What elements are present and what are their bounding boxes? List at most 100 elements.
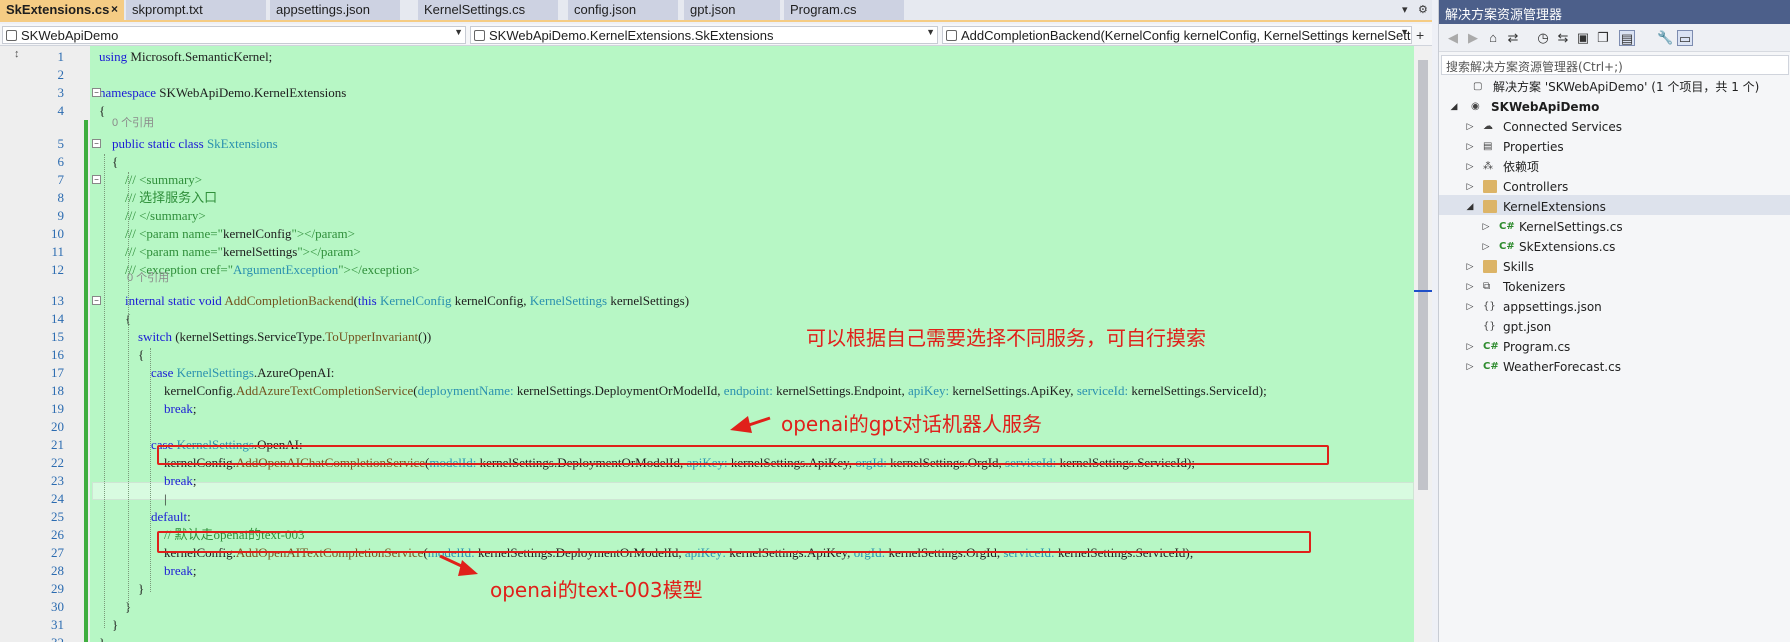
- expanded-arrow-icon[interactable]: ◢: [1465, 197, 1475, 217]
- sync-icon[interactable]: ⇆: [1555, 30, 1571, 46]
- tree-item-label: 依赖项: [1503, 160, 1540, 174]
- tree-item[interactable]: ▷ C# WeatherForecast.cs: [1439, 357, 1790, 377]
- tree-item[interactable]: ▷ C# Program.cs: [1439, 337, 1790, 357]
- tab-label: Program.cs: [790, 2, 857, 17]
- fold-toggle-icon[interactable]: −: [92, 175, 101, 184]
- code-token: AddAzureTextCompletionService: [235, 383, 414, 398]
- fold-toggle-icon[interactable]: −: [92, 296, 101, 305]
- tab-close-icon[interactable]: ×: [111, 2, 118, 16]
- method-reference-hint[interactable]: 0 个引用: [127, 269, 169, 285]
- collapsed-arrow-icon[interactable]: ▷: [1465, 357, 1475, 377]
- home-icon[interactable]: ⌂: [1485, 30, 1501, 46]
- code-token: ArgumentException: [233, 262, 339, 277]
- tree-item[interactable]: {} gpt.json: [1439, 317, 1790, 337]
- fold-toggle-icon[interactable]: −: [92, 139, 101, 148]
- tree-item[interactable]: ◢ KernelExtensions: [1439, 197, 1790, 217]
- code-token: KernelConfig: [379, 293, 452, 308]
- code-token: ;: [192, 401, 197, 416]
- tree-item-label: KernelSettings.cs: [1519, 220, 1623, 234]
- collapsed-arrow-icon[interactable]: ▷: [1481, 217, 1491, 237]
- line-number: 4: [57, 103, 65, 118]
- code-token: kernelConfig,: [451, 293, 530, 308]
- forward-icon[interactable]: ▶: [1465, 30, 1481, 46]
- ide-window: SkExtensions.cs × skprompt.txt appsetting…: [0, 0, 1790, 642]
- indent-guide: [104, 154, 105, 628]
- indent-guide: [150, 348, 151, 592]
- collapsed-arrow-icon[interactable]: ▷: [1465, 257, 1475, 277]
- code-token: deploymentName:: [417, 383, 514, 398]
- line-number: 2: [57, 67, 65, 82]
- tree-item[interactable]: ▷ C# KernelSettings.cs: [1439, 217, 1790, 237]
- preview-selected-icon[interactable]: ▤: [1619, 30, 1635, 46]
- tree-item[interactable]: ▷ Skills: [1439, 257, 1790, 277]
- tree-item-label: WeatherForecast.cs: [1503, 360, 1621, 374]
- editor-scrollbar[interactable]: [1414, 46, 1432, 642]
- tab-appsettings[interactable]: appsettings.json: [270, 0, 400, 20]
- line-number: 25: [51, 509, 64, 524]
- pending-changes-icon[interactable]: ◷: [1535, 30, 1551, 46]
- tab-skprompt[interactable]: skprompt.txt: [126, 0, 266, 20]
- tab-config[interactable]: config.json: [568, 0, 678, 20]
- preview-icon[interactable]: ▭: [1677, 30, 1693, 46]
- line-number: 31: [51, 617, 64, 632]
- collapse-all-icon[interactable]: ▣: [1575, 30, 1591, 46]
- tree-item[interactable]: ▷ Controllers: [1439, 177, 1790, 197]
- collapsed-arrow-icon[interactable]: ▷: [1465, 117, 1475, 137]
- member-dropdown[interactable]: AddCompletionBackend(KernelConfig kernel…: [942, 26, 1412, 44]
- show-all-files-icon[interactable]: ❐: [1595, 30, 1611, 46]
- tab-kernelsettings[interactable]: KernelSettings.cs: [418, 0, 558, 20]
- tree-item[interactable]: ▷ ⧉ Tokenizers: [1439, 277, 1790, 297]
- back-icon[interactable]: ◀: [1445, 30, 1461, 46]
- project-icon: ◉: [1471, 101, 1480, 112]
- tree-item[interactable]: ▷ C# SkExtensions.cs: [1439, 237, 1790, 257]
- code-line: break;: [99, 400, 197, 418]
- collapsed-arrow-icon[interactable]: ▷: [1465, 177, 1475, 197]
- class-reference-hint[interactable]: 0 个引用: [112, 114, 154, 130]
- code-token: kernelSettings.ApiKey,: [949, 383, 1077, 398]
- tree-item[interactable]: ▷ ▤ Properties: [1439, 137, 1790, 157]
- tree-item[interactable]: ◢ ◉ SKWebApiDemo: [1439, 97, 1790, 117]
- class-dropdown[interactable]: SKWebApiDemo.KernelExtensions.SkExtensio…: [470, 26, 938, 44]
- collapsed-arrow-icon[interactable]: ▷: [1465, 337, 1475, 357]
- code-token: public static class: [112, 136, 204, 151]
- collapsed-arrow-icon[interactable]: ▷: [1465, 137, 1475, 157]
- member-dropdown-value: AddCompletionBackend(KernelConfig kernel…: [961, 28, 1412, 43]
- tree-item[interactable]: ▷ {} appsettings.json: [1439, 297, 1790, 317]
- tab-skextensions[interactable]: SkExtensions.cs ×: [0, 0, 124, 20]
- gear-icon[interactable]: ⚙: [1418, 3, 1428, 16]
- scrollbar-thumb[interactable]: [1418, 60, 1428, 490]
- solution-search-input[interactable]: 搜索解决方案资源管理器(Ctrl+;): [1441, 55, 1789, 75]
- tree-item[interactable]: ▢ 解决方案 'SKWebApiDemo' (1 个项目，共 1 个): [1439, 77, 1790, 97]
- tree-item-label: Connected Services: [1503, 120, 1623, 134]
- code-token: (kernelSettings.ServiceType.: [171, 329, 326, 344]
- tab-label: KernelSettings.cs: [424, 2, 526, 17]
- collapsed-arrow-icon[interactable]: ▷: [1481, 237, 1491, 257]
- tree-item[interactable]: ▷ ☁ Connected Services: [1439, 117, 1790, 137]
- code-line: {: [99, 346, 144, 364]
- tab-gpt[interactable]: gpt.json: [684, 0, 780, 20]
- line-number: 13: [51, 293, 64, 308]
- code-token: kernelSettings.DeploymentOrModelId,: [513, 383, 724, 398]
- code-line: public static class SkExtensions: [99, 135, 278, 153]
- project-dropdown[interactable]: SKWebApiDemo ▼: [2, 26, 466, 44]
- expanded-arrow-icon[interactable]: ◢: [1449, 97, 1459, 117]
- fold-toggle-icon[interactable]: −: [92, 88, 101, 97]
- properties-wrench-icon[interactable]: 🔧: [1657, 30, 1673, 46]
- indent-guide: [128, 172, 129, 610]
- line-number: 22: [51, 455, 64, 470]
- collapsed-arrow-icon[interactable]: ▷: [1465, 297, 1475, 317]
- collapsed-arrow-icon[interactable]: ▷: [1465, 157, 1475, 177]
- tab-overflow-icon[interactable]: ▾: [1402, 3, 1408, 16]
- tab-program[interactable]: Program.cs: [784, 0, 904, 20]
- line-number: 8: [57, 190, 65, 205]
- tree-item[interactable]: ▷ ⁂ 依赖项: [1439, 157, 1790, 177]
- split-editor-icon[interactable]: +: [1416, 27, 1424, 43]
- collapsed-arrow-icon[interactable]: ▷: [1465, 277, 1475, 297]
- switch-views-icon[interactable]: ⇄: [1505, 30, 1521, 46]
- code-token: :: [187, 509, 191, 524]
